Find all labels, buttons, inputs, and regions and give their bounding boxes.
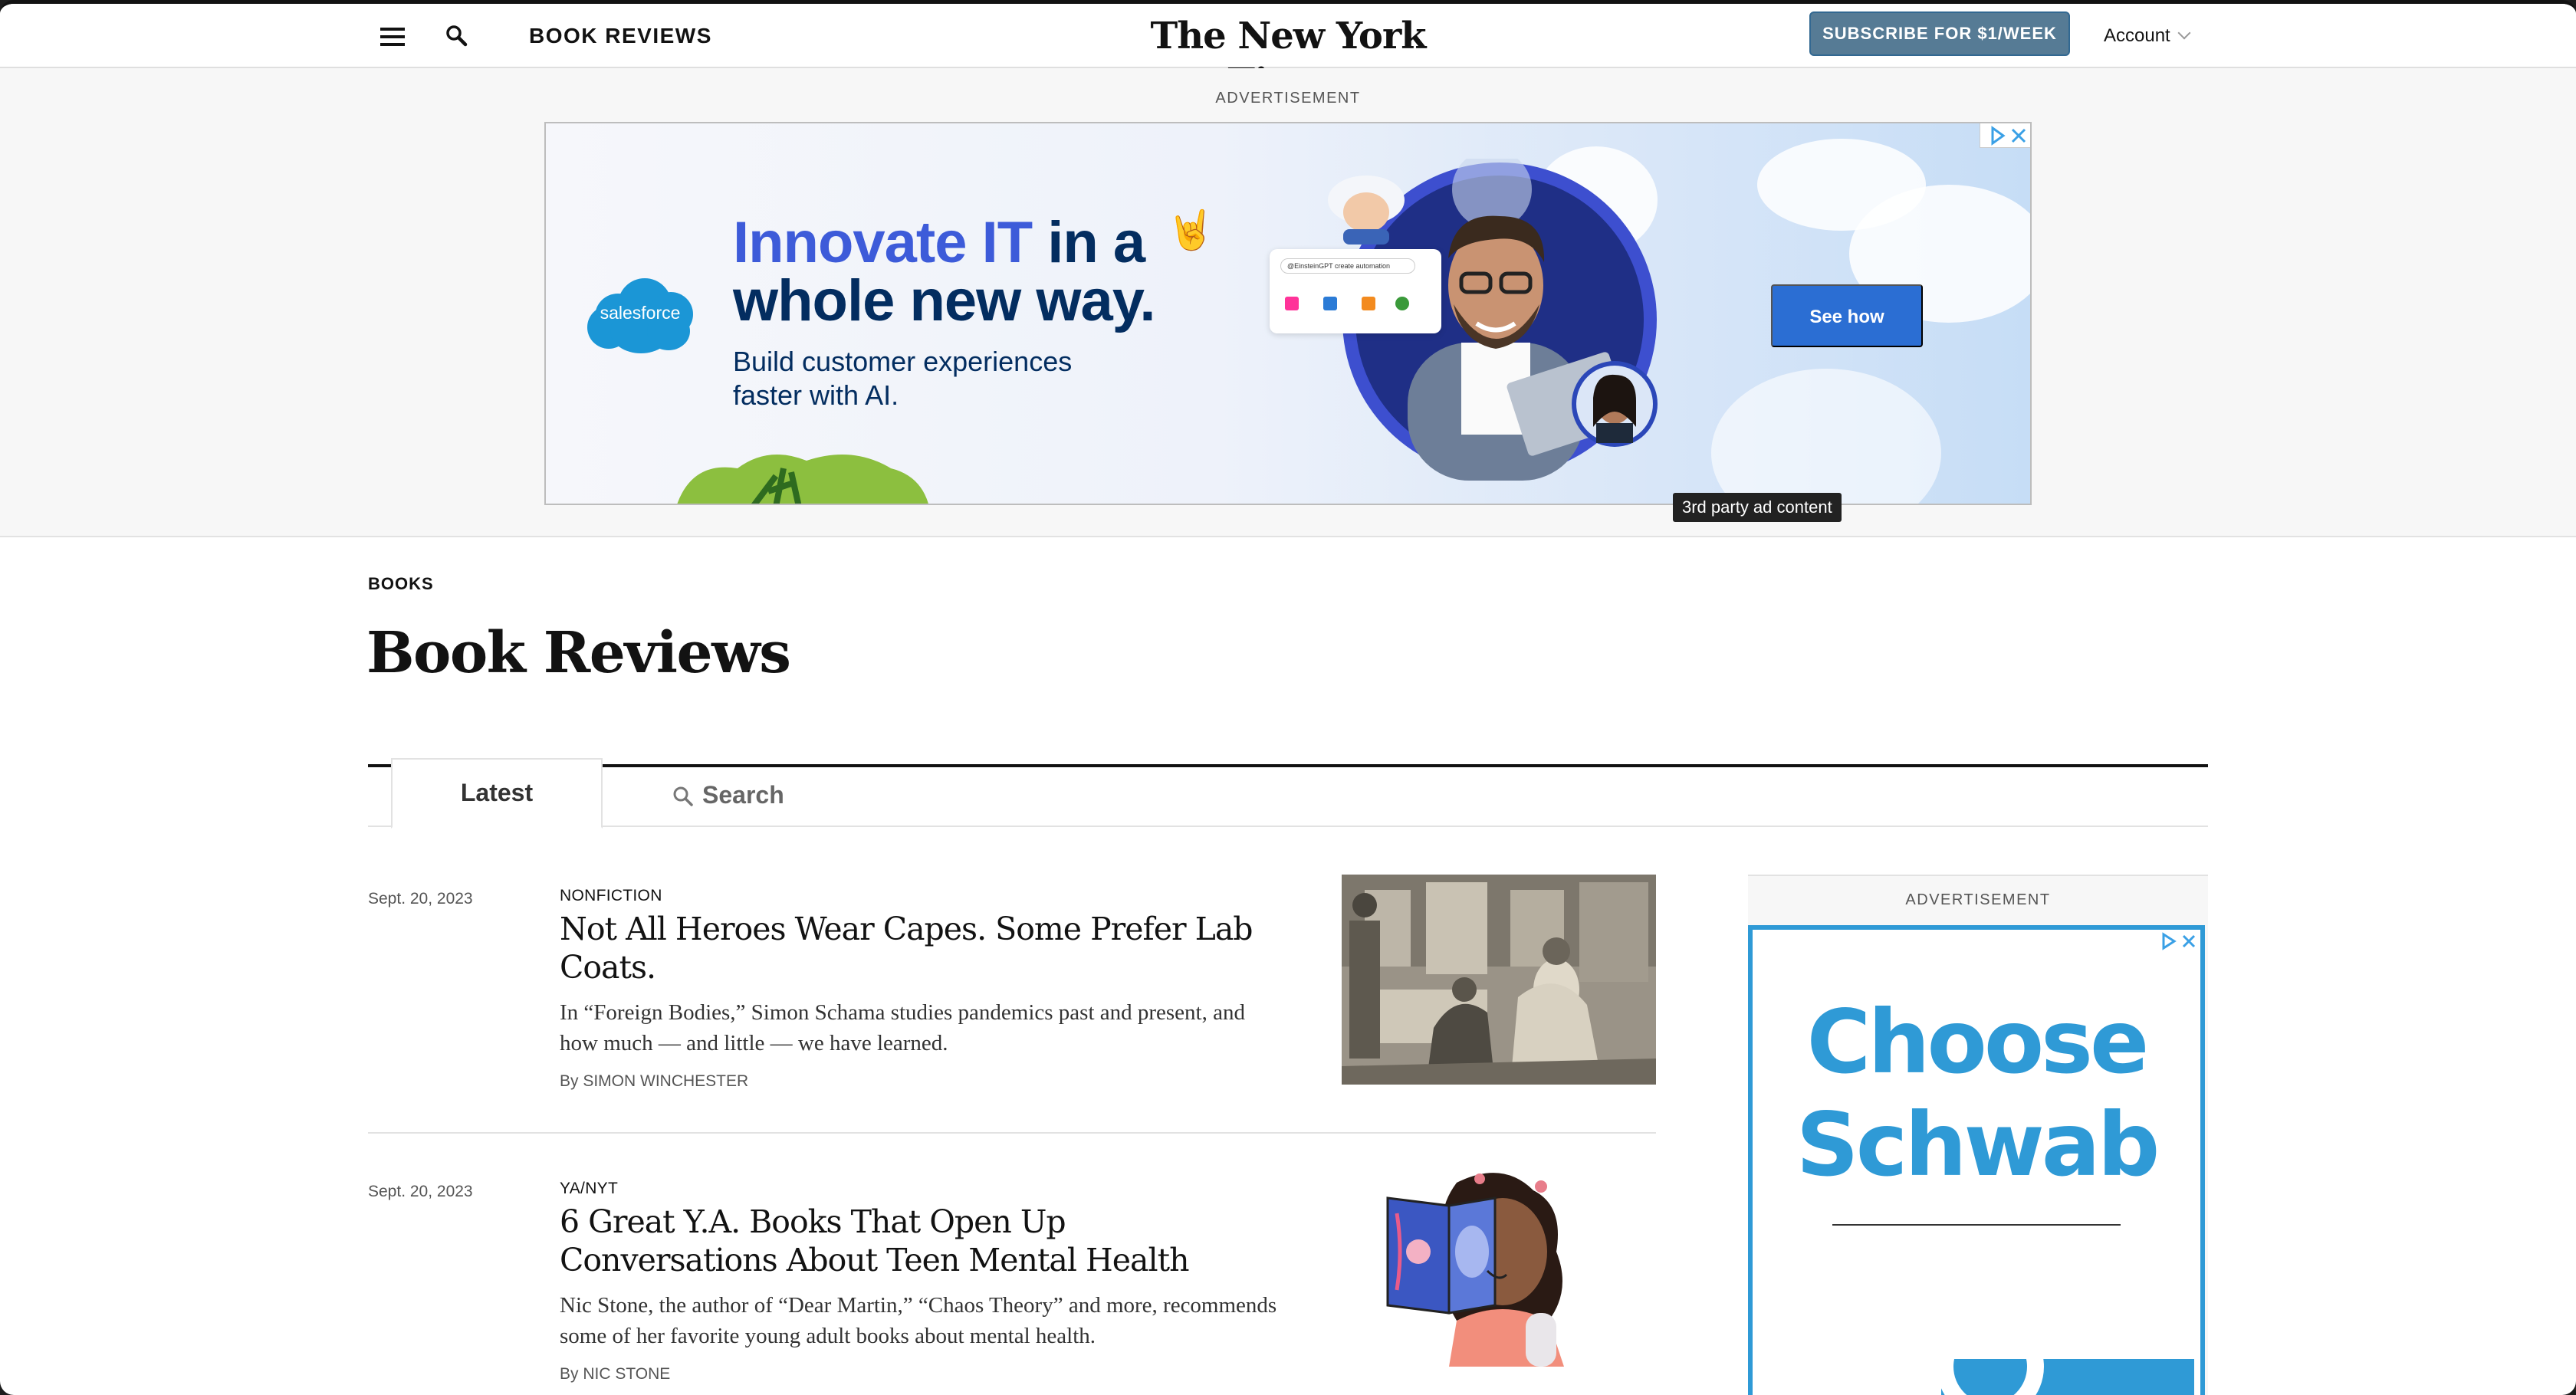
chevron-down-icon [2177, 26, 2191, 40]
ad-subline-2: faster with AI. [733, 379, 899, 411]
tab-search-label: Search [702, 781, 784, 809]
section-kicker-link[interactable]: BOOKS [368, 574, 434, 594]
section-name-link[interactable]: BOOK REVIEWS [529, 24, 712, 48]
article-item: Sept. 20, 2023 YA/NYT 6 Great Y.A. Books… [368, 1167, 1656, 1395]
article-kicker: NONFICTION [560, 887, 662, 904]
article-kicker: YA/NYT [560, 1180, 619, 1197]
schwab-ad-circle-graphic [1937, 1313, 2044, 1395]
article-image-engraving[interactable] [1342, 875, 1656, 1085]
article-headline-link[interactable]: Not All Heroes Wear Capes. Some Prefer L… [560, 910, 1265, 986]
third-party-ad-tooltip: 3rd party ad content [1673, 493, 1842, 522]
salesforce-logo: salesforce [587, 278, 693, 353]
schwab-ad-line1: Choose [1806, 991, 2150, 1093]
nyt-logo[interactable]: The New York Times [1135, 13, 1441, 103]
ad-headline-line1: Innovate IT in a [733, 209, 1145, 276]
ad-subline-1: Build customer experiences [733, 346, 1073, 377]
article-date: Sept. 20, 2023 [368, 890, 473, 908]
salesforce-banner-ad[interactable]: salesforce Innovate IT in a 🤘 whole new … [544, 122, 2032, 505]
ad-headline-line2: whole new way. [733, 268, 1156, 333]
menu-icon[interactable] [380, 24, 406, 50]
article-date: Sept. 20, 2023 [368, 1183, 473, 1200]
adchoices-icon [1991, 126, 2006, 146]
article-summary: Nic Stone, the author of “Dear Martin,” … [560, 1293, 1277, 1348]
browser-viewport: BOOK REVIEWS The New York Times SUBSCRIB… [0, 0, 2576, 1395]
page-title: Book Reviews [366, 620, 791, 686]
side-ad-wrapper: ADVERTISEMENT Choose Schwab [1748, 875, 2208, 1395]
tab-search[interactable]: Search [672, 780, 784, 810]
ad-headline-highlight: Innovate IT [733, 210, 1033, 275]
leaf-illustration [677, 455, 928, 504]
tabs-bottom-rule [368, 826, 2208, 827]
tab-latest[interactable]: Latest [391, 758, 603, 829]
rock-hand-icon: 🤘 [1167, 208, 1215, 251]
search-icon[interactable] [445, 24, 471, 50]
workflow-card-graphic: @EinsteinGPT create automation [1270, 249, 1441, 333]
ad-headline-rest: in a [1032, 210, 1145, 275]
schwab-ad-headline: Choose Schwab [1753, 991, 2200, 1196]
adchoices-controls[interactable] [1980, 123, 2030, 148]
article-summary: In “Foreign Bodies,” Simon Schama studie… [560, 1000, 1245, 1055]
top-ad-band: ADVERTISEMENT salesforce Innovate IT in … [0, 68, 2576, 537]
article-byline: By NIC STONE [560, 1365, 671, 1383]
schwab-ad-divider [1832, 1224, 2121, 1226]
article-item: Sept. 20, 2023 NONFICTION Not All Heroes… [368, 875, 1656, 1134]
adchoices-icon [2162, 932, 2177, 950]
article-image-illustration[interactable] [1342, 1167, 1656, 1377]
tabs-top-rule [368, 764, 2208, 767]
schwab-ad-line2: Schwab [1796, 1094, 2160, 1196]
search-icon [673, 786, 693, 806]
salesforce-brand-text: salesforce [600, 303, 681, 323]
account-label: Account [2104, 25, 2170, 46]
masthead: BOOK REVIEWS The New York Times SUBSCRIB… [0, 4, 2576, 103]
ad-label: ADVERTISEMENT [1215, 90, 1361, 107]
ad-label: ADVERTISEMENT [1905, 891, 2051, 908]
article-headline-link[interactable]: 6 Great Y.A. Books That Open Up Conversa… [560, 1203, 1265, 1279]
subscribe-button[interactable]: SUBSCRIBE FOR $1/WEEK [1809, 11, 2070, 56]
schwab-side-ad[interactable]: Choose Schwab [1748, 925, 2205, 1395]
see-how-button[interactable]: See how [1771, 284, 1923, 347]
einstein-mascot [1328, 176, 1405, 245]
adchoices-controls[interactable] [2154, 930, 2200, 953]
account-button[interactable]: Account [2104, 25, 2191, 47]
article-byline: By SIMON WINCHESTER [560, 1072, 749, 1090]
